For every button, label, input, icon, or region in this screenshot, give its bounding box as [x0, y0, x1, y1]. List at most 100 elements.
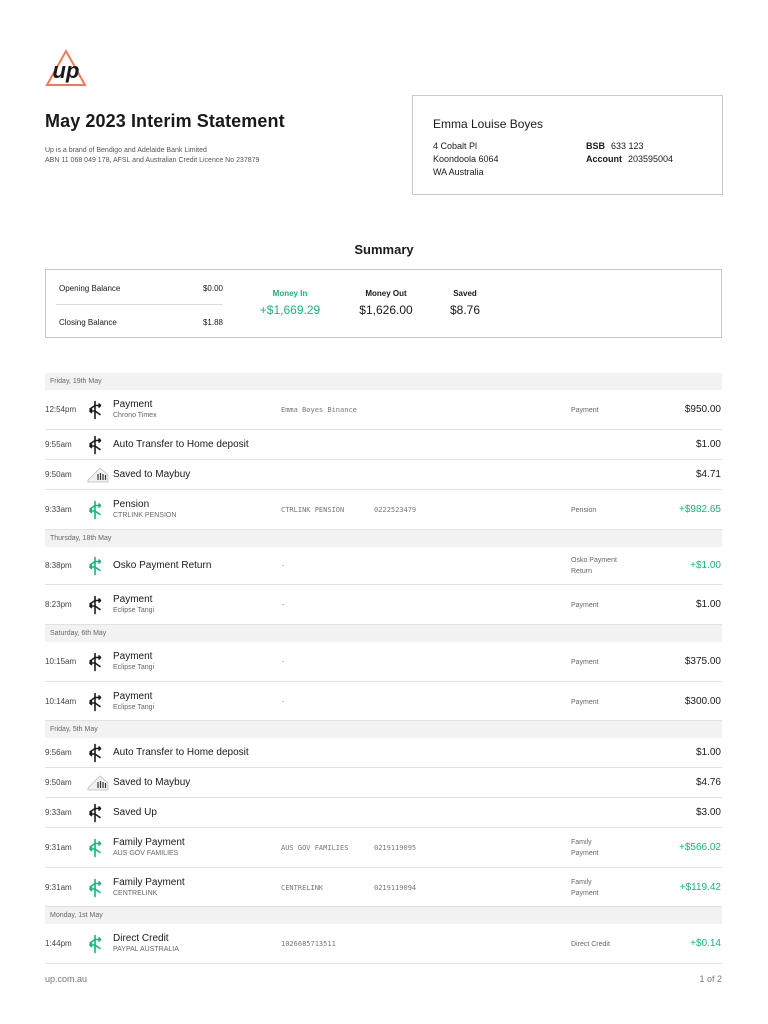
- category-line: Osko Payment: [571, 557, 617, 564]
- transaction-title: Payment: [113, 651, 153, 662]
- transaction-time: 8:38pm: [45, 561, 72, 570]
- transaction-subtitle: Chrono Timex: [113, 412, 157, 419]
- saver-jar-icon: [86, 773, 109, 793]
- account-holder-name: Emma Louise Boyes: [433, 117, 544, 131]
- transaction-title: Direct Credit: [113, 933, 169, 944]
- transaction-amount: $4.76: [695, 777, 721, 788]
- transfer-arrows-icon: [86, 400, 104, 420]
- transaction-title: Auto Transfer to Home deposit: [113, 439, 249, 450]
- transaction-amount: $3.00: [695, 807, 721, 818]
- opening-balance-row: Opening Balance $0.00: [56, 284, 223, 305]
- transaction-subtitle: PAYPAL AUSTRALIA: [113, 946, 179, 953]
- transaction-description: 1026685713511: [281, 940, 336, 948]
- transaction-reference: 0222523479: [374, 506, 417, 514]
- category-line: Payment: [571, 850, 599, 857]
- transaction-description: -: [281, 562, 286, 570]
- transaction-title: Payment: [113, 594, 153, 605]
- money-in-label: Money In: [272, 289, 308, 298]
- transaction-time: 10:15am: [45, 657, 77, 666]
- money-in-value: +$1,669.29: [259, 303, 321, 317]
- transaction-time: 8:23pm: [45, 600, 72, 609]
- day-header: Friday, 5th May: [45, 721, 722, 738]
- category-line: Payment: [571, 889, 599, 897]
- transaction-category: Payment: [571, 600, 599, 611]
- transaction-row: 9:50am Saved to Maybuy $4.76: [45, 768, 722, 798]
- transaction-subtitle: Eclipse Tangi: [113, 664, 155, 671]
- transaction-subtitle: CENTRELINK: [113, 889, 158, 897]
- account-details-box: Emma Louise Boyes 4 Cobalt Pl Koondoola …: [412, 95, 723, 195]
- logo-text: up: [53, 58, 80, 83]
- transaction-reference: 0219119095: [374, 844, 417, 852]
- transaction-description: AUS GOV FAMILIES: [281, 844, 349, 852]
- transaction-amount: $1.00: [695, 747, 721, 758]
- transaction-amount: +$1.00: [690, 560, 721, 571]
- category-line: Payment: [571, 659, 599, 666]
- transaction-title: Family Payment: [113, 876, 185, 888]
- transaction-category: Direct Credit: [571, 939, 610, 950]
- transaction-title: Saved to Maybuy: [113, 469, 191, 480]
- transaction-title: Payment: [113, 399, 153, 410]
- transaction-title: Saved Up: [113, 807, 157, 818]
- transaction-title: Saved to Maybuy: [113, 777, 191, 788]
- transaction-time: 9:50am: [45, 470, 72, 479]
- bsb-row: BSB 633 123: [586, 141, 644, 151]
- brand-line-1: Up is a brand of Bendigo and Adelaide Ba…: [45, 147, 207, 154]
- transaction-amount: +$0.14: [690, 938, 721, 949]
- transaction-category: Osko Payment Return: [571, 555, 617, 577]
- transaction-amount: +$566.02: [679, 842, 721, 853]
- day-header: Thursday, 18th May: [45, 530, 722, 547]
- money-out-label: Money Out: [365, 289, 407, 298]
- category-line: Payment: [571, 698, 599, 706]
- transaction-time: 9:33am: [45, 505, 72, 514]
- transaction-row: 10:14am Payment Eclipse Tangi - Payment $300.…: [45, 682, 722, 721]
- footer-page-number: 1 of 2: [699, 974, 722, 984]
- bsb-value: 633 123: [611, 141, 644, 151]
- transaction-reference: 0219119094: [374, 883, 417, 892]
- closing-balance-value: $1.88: [202, 318, 223, 327]
- transaction-row: 9:33am Saved Up $3.00: [45, 798, 722, 828]
- transaction-title: Family Payment: [113, 837, 185, 848]
- transaction-row: 9:55am Auto Transfer to Home deposit $1.00: [45, 430, 722, 460]
- transfer-arrows-icon: [86, 692, 104, 712]
- category-line: Payment: [571, 407, 599, 414]
- transaction-time: 1:44pm: [45, 939, 72, 948]
- transaction-row: 9:31am Family Payment CENTRELINK CENTRELINK…: [45, 868, 722, 907]
- incoming-transfer-icon: [86, 838, 104, 858]
- address-line-2: Koondoola 6064: [433, 154, 499, 164]
- category-line: Direct Credit: [571, 941, 610, 948]
- transaction-list: Friday, 19th May 12:54pm Payment Chrono Tim…: [45, 373, 722, 964]
- transaction-title: Auto Transfer to Home deposit: [113, 747, 249, 758]
- transaction-time: 9:50am: [45, 778, 72, 787]
- transaction-title: Osko Payment Return: [113, 560, 212, 571]
- category-line: Payment: [571, 602, 599, 609]
- up-logo-icon: up: [45, 48, 87, 86]
- transaction-row: 12:54pm Payment Chrono Timex Emma Boyes Bin…: [45, 390, 722, 430]
- transaction-amount: $950.00: [684, 404, 721, 415]
- transaction-amount: $4.71: [695, 469, 721, 480]
- transaction-time: 9:31am: [45, 882, 72, 892]
- transaction-category: Payment: [571, 657, 599, 668]
- transaction-description: -: [281, 658, 286, 666]
- transaction-subtitle: Eclipse Tangi: [113, 607, 155, 614]
- transaction-subtitle: CTRLINK PENSION: [113, 512, 177, 519]
- transaction-row: 10:15am Payment Eclipse Tangi - Payment $375.…: [45, 642, 722, 682]
- summary-title: Summary: [354, 242, 414, 257]
- transaction-time: 9:55am: [45, 440, 72, 449]
- address-line-1: 4 Cobalt Pl: [433, 141, 478, 151]
- transaction-row: 8:38pm Osko Payment Return - Osko Payment Re…: [45, 547, 722, 585]
- transaction-category: Payment: [571, 405, 599, 416]
- account-number-row: Account 203595004: [586, 154, 674, 164]
- transaction-row: 9:50am Saved to Maybuy $4.71: [45, 460, 722, 490]
- address-line-3: WA Australia: [433, 167, 484, 177]
- transaction-amount: +$982.65: [679, 504, 721, 515]
- transaction-time: 9:31am: [45, 843, 72, 852]
- transaction-category: Pension: [571, 505, 596, 516]
- brand-line-2: ABN 11 068 049 178, AFSL and Australian …: [45, 157, 260, 164]
- transaction-amount: +$119.42: [679, 881, 721, 893]
- saved-label: Saved: [453, 289, 477, 298]
- category-line: Pension: [571, 507, 597, 514]
- closing-balance-label: Closing Balance: [59, 318, 117, 327]
- transaction-title: Payment: [113, 690, 153, 702]
- transaction-time: 10:14am: [45, 696, 77, 706]
- summary-box: Opening Balance $0.00 Closing Balance $1…: [45, 269, 722, 338]
